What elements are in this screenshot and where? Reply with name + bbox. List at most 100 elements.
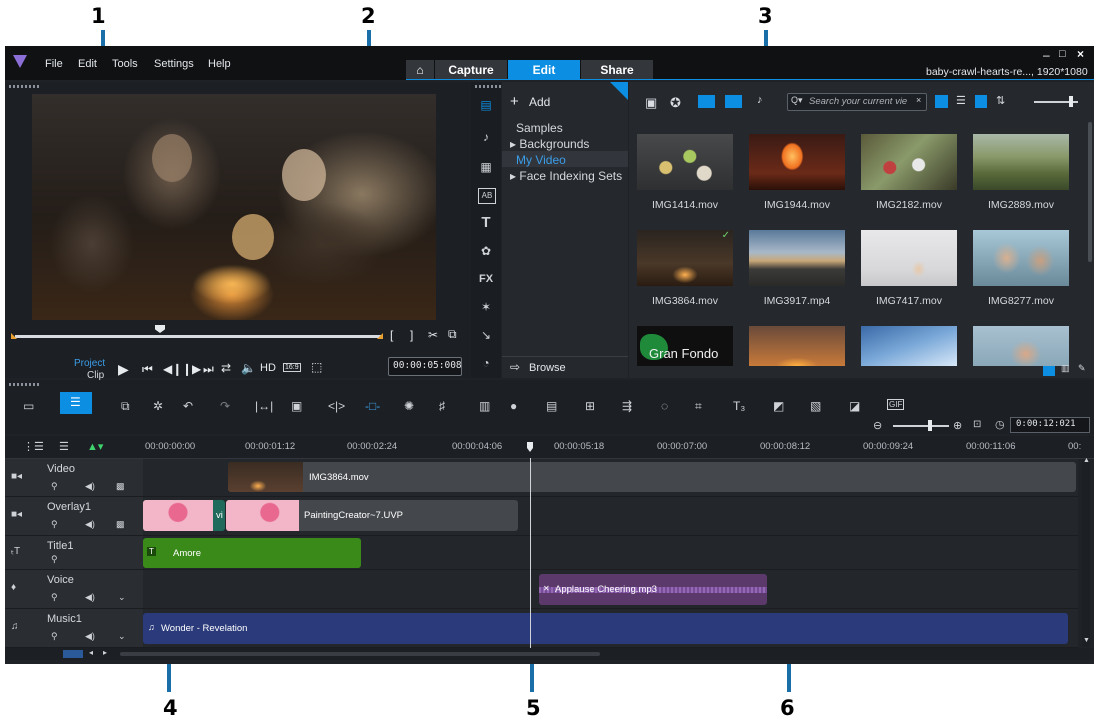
- thumbnail-size-handle[interactable]: [1069, 96, 1073, 107]
- trim-start-marker[interactable]: [11, 333, 17, 339]
- folder-my-video[interactable]: My Video: [516, 153, 566, 167]
- smart-proxy-icon[interactable]: -□-: [365, 399, 380, 413]
- voice-clip[interactable]: ✕ Applause Cheering.mp3: [539, 574, 767, 605]
- menu-file[interactable]: File: [45, 58, 63, 70]
- menu-edit[interactable]: Edit: [78, 58, 97, 70]
- track-row-video[interactable]: IMG3864.mov: [143, 459, 1078, 497]
- storyboard-view-icon[interactable]: ▭: [23, 399, 34, 413]
- media-thumb-img1414[interactable]: [637, 134, 733, 190]
- show-photos-toggle[interactable]: [725, 95, 742, 108]
- path-icon[interactable]: ↘: [478, 328, 494, 342]
- menu-settings[interactable]: Settings: [154, 58, 194, 70]
- mute-icon[interactable]: ◀): [85, 592, 95, 603]
- track-header-music[interactable]: ♫ Music1 ⚲ ◀) ⌄: [5, 609, 143, 648]
- search-input[interactable]: Q▾ Search your current vie ×: [787, 93, 927, 111]
- gif-icon[interactable]: GIF: [887, 399, 905, 410]
- multi-camera-icon[interactable]: ⊞: [585, 399, 595, 413]
- folder-samples[interactable]: Samples: [516, 121, 563, 135]
- fx-icon[interactable]: FX: [478, 272, 494, 286]
- link-icon[interactable]: ⚲: [51, 554, 58, 565]
- scroll-right-icon[interactable]: ▸: [103, 648, 107, 657]
- previous-frame-button[interactable]: ◀❙: [163, 362, 182, 376]
- scrubber-bar[interactable]: [15, 335, 381, 338]
- track-fx-icon[interactable]: ▩: [116, 481, 125, 492]
- graphic-icon[interactable]: AB: [478, 188, 496, 204]
- menu-tools[interactable]: Tools: [112, 58, 138, 70]
- zoom-out-icon[interactable]: ⊖: [873, 419, 882, 432]
- track-header-video[interactable]: ■◂ Video ⚲ ◀) ▩: [5, 459, 143, 497]
- tab-capture[interactable]: Capture: [435, 60, 507, 80]
- video-mask-icon[interactable]: ▧: [810, 399, 821, 413]
- media-thumb-surf[interactable]: [861, 326, 957, 366]
- sort-icon[interactable]: ⇅: [996, 94, 1005, 107]
- list-view-toggle[interactable]: [935, 95, 948, 108]
- undo-icon[interactable]: ↶: [183, 399, 193, 413]
- media-thumb-img3864[interactable]: ✓: [637, 230, 733, 286]
- zoom-slider[interactable]: [893, 425, 949, 427]
- link-icon[interactable]: ⚲: [51, 592, 58, 603]
- end-button[interactable]: ⏭: [203, 362, 214, 377]
- minimize-icon[interactable]: –: [1043, 48, 1050, 62]
- import-media-icon[interactable]: ▣: [645, 95, 657, 111]
- track-visibility-icon[interactable]: [63, 650, 83, 658]
- title-icon[interactable]: T: [478, 215, 494, 230]
- view-mode-grid-icon[interactable]: ▥: [1061, 363, 1070, 374]
- motion-tracking-icon[interactable]: ●: [510, 399, 517, 413]
- add-track-icon[interactable]: ▲▾: [87, 440, 103, 453]
- pan-zoom-icon[interactable]: ⌗: [695, 399, 702, 414]
- tab-edit[interactable]: Edit: [508, 60, 580, 80]
- snapshot-icon[interactable]: ▣: [291, 399, 302, 413]
- trim-end-marker[interactable]: [377, 333, 383, 339]
- fit-to-window-icon[interactable]: |↔|: [255, 399, 273, 413]
- mute-icon[interactable]: ◀): [85, 631, 95, 642]
- zoom-slider-handle[interactable]: [928, 420, 932, 431]
- highlight-icon[interactable]: ◪: [849, 399, 860, 413]
- track-options-icon[interactable]: ☰: [59, 440, 69, 453]
- close-icon[interactable]: ×: [1077, 47, 1084, 61]
- track-row-overlay[interactable]: vi PaintingCreator~7.UVP: [143, 497, 1078, 536]
- color-correction-icon[interactable]: ✺: [404, 399, 414, 413]
- timeline-ruler[interactable]: 00:00:00:00 00:00:01:12 00:00:02:24 00:0…: [143, 436, 1094, 459]
- scroll-left-icon[interactable]: ◂: [89, 648, 93, 657]
- mute-icon[interactable]: ◀): [85, 481, 95, 492]
- track-header-voice[interactable]: ♦ Voice ⚲ ◀) ⌄: [5, 570, 143, 609]
- overlay-clip-1[interactable]: vi: [143, 500, 225, 531]
- panel-gripper[interactable]: [9, 85, 39, 88]
- panel-gripper[interactable]: [9, 383, 39, 386]
- split-clip-icon[interactable]: ✂: [428, 328, 438, 342]
- media-thumb-img8277[interactable]: [973, 230, 1069, 286]
- expand-track-icon[interactable]: ⌄: [118, 592, 126, 603]
- home-button[interactable]: ⏮: [142, 362, 153, 377]
- time-remap-icon[interactable]: ⇶: [622, 399, 632, 413]
- browse-icon[interactable]: ⇨: [510, 360, 520, 374]
- speed-icon[interactable]: ◔: [478, 356, 494, 370]
- pin-icon[interactable]: [610, 82, 628, 100]
- browse-button[interactable]: Browse: [529, 362, 566, 374]
- home-tab[interactable]: ⌂: [406, 60, 434, 80]
- media-scrollbar[interactable]: [1088, 122, 1092, 262]
- track-row-voice[interactable]: ✕ Applause Cheering.mp3: [143, 570, 1078, 609]
- mark-out-icon[interactable]: ]: [410, 328, 413, 342]
- media-icon[interactable]: ▤: [478, 98, 494, 112]
- next-frame-button[interactable]: ❙▶: [182, 362, 201, 376]
- add-folder-button[interactable]: Add: [529, 95, 550, 109]
- scroll-up-icon[interactable]: ▲: [1083, 457, 1090, 464]
- menu-help[interactable]: Help: [208, 58, 231, 70]
- details-view-icon[interactable]: ☰: [956, 94, 966, 107]
- link-icon[interactable]: ⚲: [51, 519, 58, 530]
- tracks-manager-icon[interactable]: ⧉: [121, 399, 130, 414]
- hd-toggle[interactable]: HD: [260, 362, 276, 374]
- folder-backgrounds[interactable]: ▸ Backgrounds: [510, 137, 589, 151]
- media-thumb-img1944[interactable]: [749, 134, 845, 190]
- view-mode-blue-icon[interactable]: [1043, 366, 1055, 376]
- playhead-marker[interactable]: [527, 442, 533, 452]
- timeline-vertical-scrollbar[interactable]: ▲ ▼: [1082, 457, 1090, 647]
- thumbnail-view-toggle[interactable]: [975, 95, 987, 108]
- track-manager-icon[interactable]: ⋮☰: [23, 440, 44, 453]
- repeat-icon[interactable]: ⇄: [221, 361, 231, 375]
- track-row-music[interactable]: ♫ Wonder - Revelation: [143, 609, 1078, 648]
- tab-share[interactable]: Share: [581, 60, 653, 80]
- maximize-icon[interactable]: □: [1059, 48, 1066, 60]
- mute-icon[interactable]: ◀): [85, 519, 95, 530]
- music-clip[interactable]: ♫ Wonder - Revelation: [143, 613, 1068, 644]
